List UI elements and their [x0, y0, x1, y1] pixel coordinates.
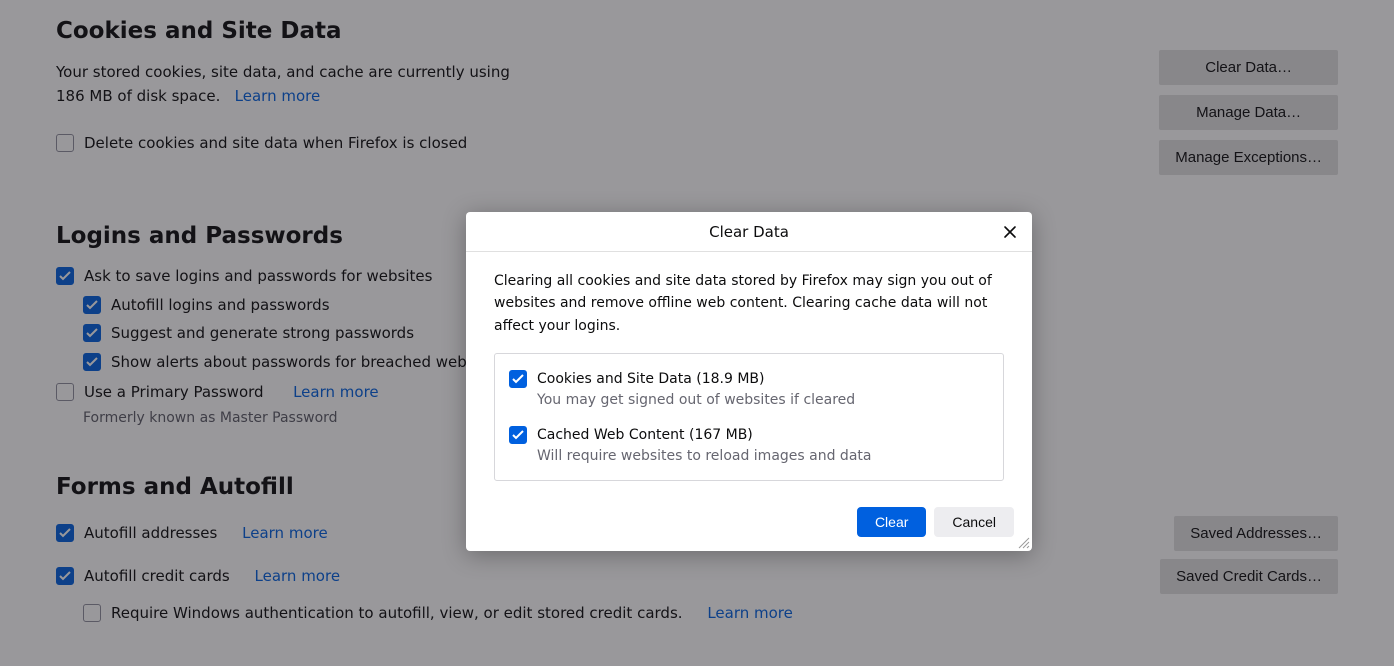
dialog-title: Clear Data [709, 223, 789, 241]
option-cookies[interactable]: Cookies and Site Data (18.9 MB) You may … [509, 370, 989, 408]
option-cookies-sub: You may get signed out of websites if cl… [537, 392, 989, 408]
clear-options-box: Cookies and Site Data (18.9 MB) You may … [494, 353, 1004, 481]
option-cache-sub: Will require websites to reload images a… [537, 448, 989, 464]
option-cache-label: Cached Web Content (167 MB) [537, 427, 753, 443]
dialog-description: Clearing all cookies and site data store… [494, 270, 1004, 337]
option-cookies-label: Cookies and Site Data (18.9 MB) [537, 371, 765, 387]
clear-button[interactable]: Clear [857, 507, 926, 537]
cancel-button[interactable]: Cancel [934, 507, 1014, 537]
dialog-footer: Clear Cancel [466, 497, 1032, 551]
clear-data-dialog: Clear Data Clearing all cookies and site… [466, 212, 1032, 551]
close-icon[interactable] [996, 218, 1024, 246]
resize-grip-icon[interactable] [1016, 535, 1030, 549]
option-cache[interactable]: Cached Web Content (167 MB) Will require… [509, 426, 989, 464]
checkbox-clear-cache[interactable] [509, 426, 527, 444]
checkbox-clear-cookies[interactable] [509, 370, 527, 388]
dialog-header: Clear Data [466, 212, 1032, 252]
